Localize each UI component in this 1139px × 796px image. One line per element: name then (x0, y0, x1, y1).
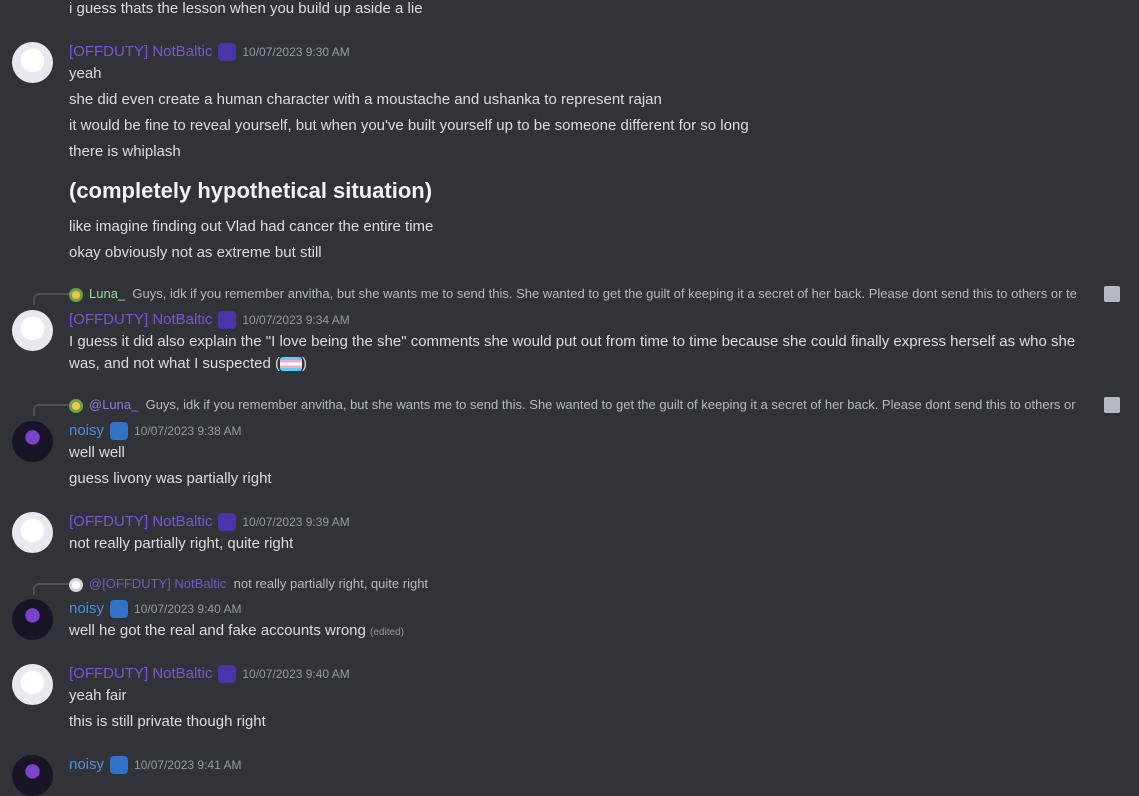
message-header: noisy 10/07/2023 9:40 AM (69, 599, 241, 619)
message-header: [OFFDUTY] NotBaltic 10/07/2023 9:30 AM (69, 42, 350, 62)
message-text: guess livony was partially right (69, 470, 272, 487)
role-icon (110, 422, 129, 441)
reply-connector (33, 404, 69, 416)
image-icon (1104, 286, 1120, 302)
reply-preview[interactable]: @[OFFDUTY] NotBaltic not really partiall… (69, 575, 428, 593)
role-icon (110, 756, 129, 775)
reply-username[interactable]: @Luna_ (89, 397, 138, 412)
avatar[interactable] (12, 42, 53, 83)
timestamp[interactable]: 10/07/2023 9:40 AM (242, 667, 349, 681)
avatar[interactable] (12, 755, 53, 796)
trans-flag-emoji (279, 357, 302, 372)
username[interactable]: noisy (69, 600, 104, 617)
role-icon (218, 43, 237, 62)
reply-avatar (69, 577, 83, 592)
timestamp[interactable]: 10/07/2023 9:41 AM (134, 758, 241, 772)
message-header: noisy 10/07/2023 9:41 AM (69, 755, 241, 775)
reply-avatar (69, 398, 83, 413)
message-header: [OFFDUTY] NotBaltic 10/07/2023 9:39 AM (69, 512, 350, 532)
message-text: she did even create a human character wi… (69, 91, 662, 108)
avatar[interactable] (12, 310, 53, 351)
message-text: I guess it did also explain the "I love … (69, 331, 1109, 375)
avatar[interactable] (12, 664, 53, 705)
message-text: yeah (69, 65, 102, 82)
reply-connector (33, 583, 69, 595)
username[interactable]: [OFFDUTY] NotBaltic (69, 513, 212, 530)
avatar[interactable] (12, 421, 53, 462)
reply-preview[interactable]: @Luna_ Guys, idk if you remember anvitha… (69, 396, 1099, 414)
reply-preview[interactable]: Luna_ Guys, idk if you remember anvitha,… (69, 285, 1099, 303)
timestamp[interactable]: 10/07/2023 9:39 AM (242, 515, 349, 529)
message-text: this is still private though right (69, 713, 266, 730)
message-header: [OFFDUTY] NotBaltic 10/07/2023 9:40 AM (69, 664, 350, 684)
username[interactable]: [OFFDUTY] NotBaltic (69, 311, 212, 328)
avatar[interactable] (12, 512, 53, 553)
reply-avatar (69, 287, 83, 302)
avatar[interactable] (12, 599, 53, 640)
timestamp[interactable]: 10/07/2023 9:40 AM (134, 602, 241, 616)
message-text: yeah fair (69, 687, 127, 704)
message-text: well well (69, 444, 125, 461)
timestamp[interactable]: 10/07/2023 9:30 AM (242, 45, 349, 59)
reply-username[interactable]: @[OFFDUTY] NotBaltic (89, 576, 226, 591)
role-icon (218, 513, 237, 532)
message-text: like imagine finding out Vlad had cancer… (69, 218, 434, 235)
reply-text: Guys, idk if you remember anvitha, but s… (132, 286, 1077, 301)
reply-connector (33, 293, 69, 305)
username[interactable]: noisy (69, 422, 104, 439)
message-text-part: ) (301, 355, 307, 372)
username[interactable]: [OFFDUTY] NotBaltic (69, 43, 212, 60)
message-header: [OFFDUTY] NotBaltic 10/07/2023 9:34 AM (69, 310, 350, 330)
message-text: okay obviously not as extreme but still (69, 244, 322, 261)
message-text: there is whiplash (69, 143, 181, 160)
role-icon (218, 665, 237, 684)
timestamp[interactable]: 10/07/2023 9:38 AM (134, 424, 241, 438)
message-heading: (completely hypothetical situation) (69, 178, 433, 203)
reply-username[interactable]: Luna_ (89, 286, 125, 301)
timestamp[interactable]: 10/07/2023 9:34 AM (242, 313, 349, 327)
message-text-part: well he got the real and fake accounts w… (69, 622, 366, 639)
message-text-part: I guess it did also explain the "I love … (69, 333, 1076, 372)
message-text: it would be fine to reveal yourself, but… (69, 117, 749, 134)
edited-label: (edited) (370, 627, 404, 638)
message-text: not really partially right, quite right (69, 535, 294, 552)
username[interactable]: [OFFDUTY] NotBaltic (69, 665, 212, 682)
username[interactable]: noisy (69, 756, 104, 773)
message-text: i guess thats the lesson when you build … (69, 0, 423, 17)
image-icon (1104, 397, 1120, 413)
role-icon (218, 311, 237, 330)
message-header: noisy 10/07/2023 9:38 AM (69, 421, 241, 441)
message-text: well he got the real and fake accounts w… (69, 621, 404, 643)
reply-text: Guys, idk if you remember anvitha, but s… (145, 397, 1076, 412)
reply-text: not really partially right, quite right (233, 576, 429, 591)
role-icon (110, 600, 129, 619)
